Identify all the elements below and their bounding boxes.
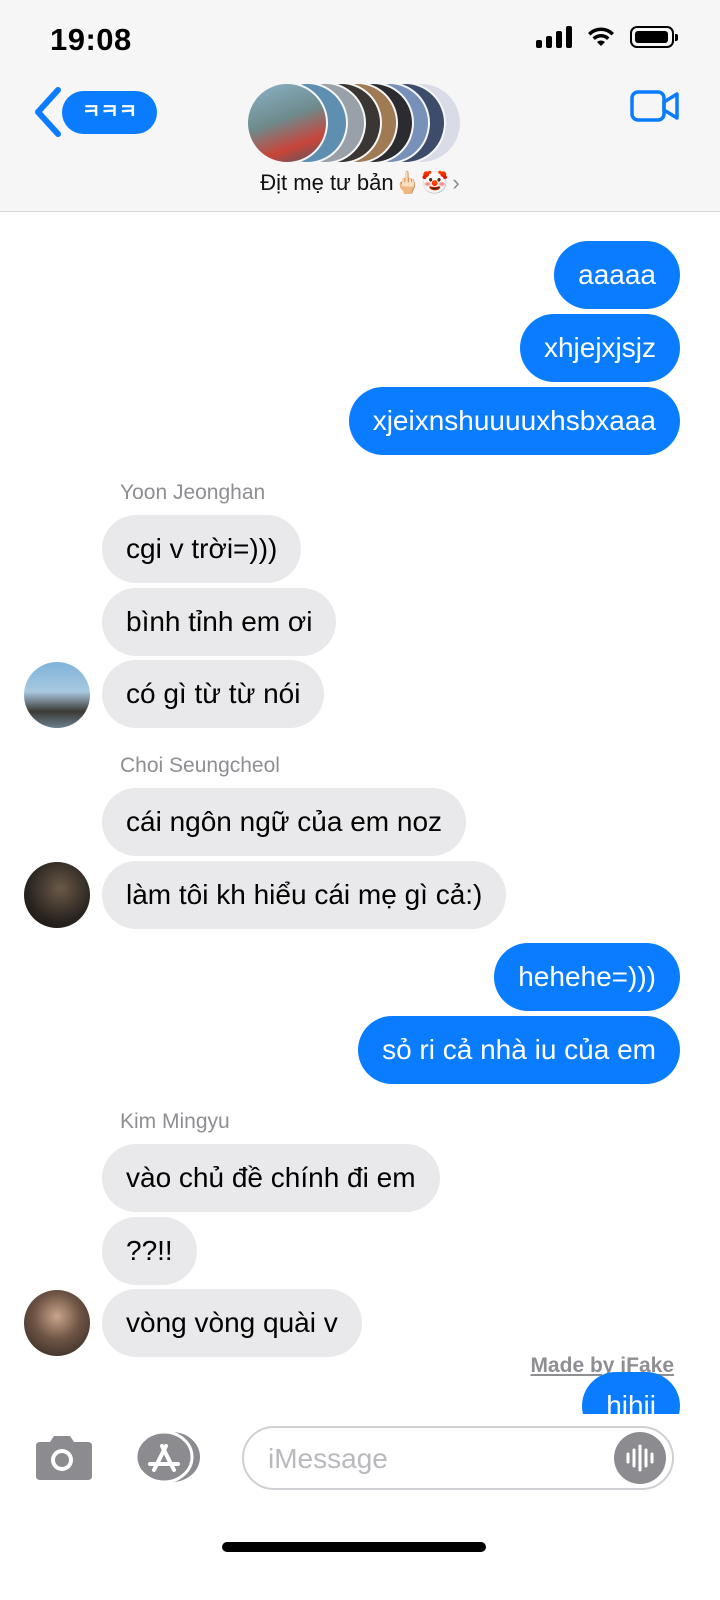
back-unread-badge[interactable]: ㅋㅋㅋ bbox=[62, 91, 158, 134]
avatar[interactable] bbox=[24, 662, 90, 728]
waveform-icon[interactable] bbox=[614, 1432, 666, 1484]
message-bubble-received[interactable]: bình tỉnh em ơi bbox=[102, 588, 337, 656]
app-store-icon[interactable] bbox=[134, 1430, 202, 1484]
message-bubble-received[interactable]: ??!! bbox=[102, 1217, 197, 1285]
message-bubble-sent[interactable]: hehehe=))) bbox=[494, 943, 680, 1011]
home-indicator[interactable] bbox=[222, 1542, 486, 1552]
compose-bar bbox=[0, 1414, 720, 1600]
avatar[interactable] bbox=[24, 862, 90, 928]
message-bubble-sent[interactable]: xjeixnshuuuuxhsbxaaa bbox=[348, 387, 680, 455]
status-time: 19:08 bbox=[50, 22, 132, 57]
message-bubble-received[interactable]: làm tôi kh hiểu cái mẹ gì cả:) bbox=[102, 861, 507, 929]
wifi-icon bbox=[588, 27, 614, 46]
group-avatar bbox=[246, 82, 328, 164]
message-bubble-sent[interactable]: xhjejxjsjz bbox=[519, 314, 680, 382]
message-bubble-sent[interactable]: aaaaa bbox=[554, 241, 680, 309]
camera-icon[interactable] bbox=[32, 1434, 92, 1482]
sender-name: Choi Seungcheol bbox=[120, 754, 280, 777]
sender-name: Kim Mingyu bbox=[120, 1110, 230, 1133]
message-bubble-received[interactable]: vòng vòng quài v bbox=[102, 1289, 362, 1357]
group-name-button[interactable]: Địt mẹ tư bản🖕🏻🤡 › bbox=[0, 170, 720, 196]
avatar[interactable] bbox=[24, 1290, 90, 1356]
sender-name: Yoon Jeonghan bbox=[120, 481, 266, 504]
group-avatar-stack[interactable] bbox=[246, 82, 462, 164]
video-camera-icon[interactable] bbox=[630, 88, 680, 124]
message-bubble-received[interactable]: cgi v trời=))) bbox=[102, 515, 302, 583]
message-field bbox=[242, 1426, 674, 1490]
group-name: Địt mẹ tư bản🖕🏻🤡 bbox=[260, 170, 449, 195]
chat-header: 19:08 ㅋㅋㅋ Địt mẹ tư bản🖕🏻🤡 › bbox=[0, 0, 720, 212]
message-bubble-received[interactable]: vào chủ đề chính đi em bbox=[102, 1144, 440, 1212]
message-bubble-received[interactable]: cái ngôn ngữ của em noz bbox=[102, 788, 467, 856]
status-icons bbox=[536, 26, 678, 48]
chevron-right-icon: › bbox=[452, 170, 460, 195]
message-bubble-sent[interactable]: sỏ ri cả nhà iu của em bbox=[358, 1016, 680, 1084]
cellular-signal-icon bbox=[536, 26, 572, 48]
battery-icon bbox=[630, 26, 678, 48]
message-input[interactable] bbox=[266, 1440, 590, 1478]
message-bubble-received[interactable]: có gì từ từ nói bbox=[102, 660, 325, 728]
